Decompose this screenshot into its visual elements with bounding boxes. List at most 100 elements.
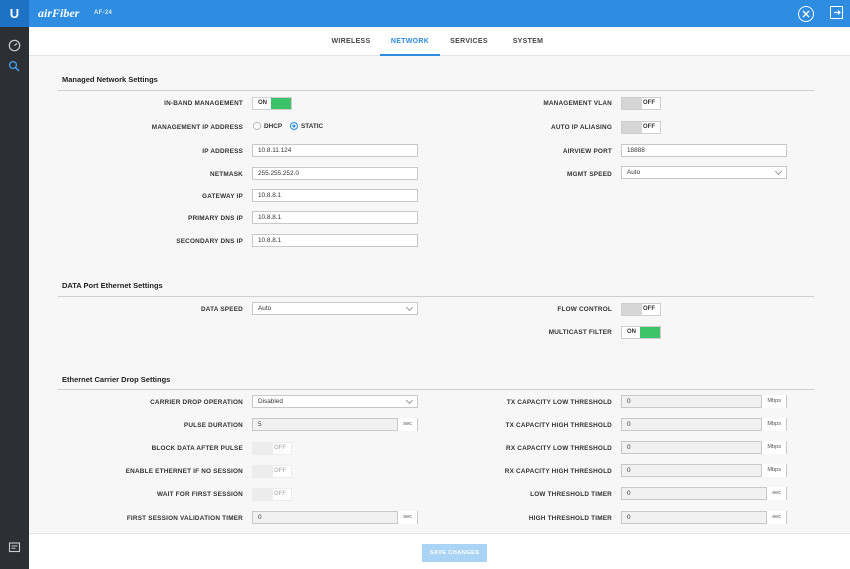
- low-threshold-timer-field[interactable]: 0 sec: [621, 487, 787, 500]
- toggle-knob: [622, 122, 642, 133]
- first-session-timer-field[interactable]: 0 sec: [252, 511, 418, 524]
- field-value: 0: [627, 398, 631, 405]
- primary-dns-label: PRIMARY DNS IP: [188, 215, 243, 222]
- toggle-state: OFF: [274, 445, 286, 451]
- block-data-label: BLOCK DATA AFTER PULSE: [151, 445, 243, 452]
- section-title-managed: Managed Network Settings: [62, 75, 158, 84]
- toggle-state: OFF: [643, 124, 655, 130]
- logout-icon[interactable]: [830, 6, 843, 19]
- toggle-state: OFF: [274, 468, 286, 474]
- multicast-filter-label: MULTICAST FILTER: [548, 329, 612, 336]
- low-threshold-timer-label: LOW THRESHOLD TIMER: [530, 491, 612, 498]
- ip-address-field[interactable]: 10.8.11.124: [252, 144, 418, 157]
- rx-low-threshold-field[interactable]: 0 Mbps: [621, 441, 787, 454]
- inband-management-toggle[interactable]: ON: [252, 97, 292, 110]
- rx-low-threshold-label: RX CAPACITY LOW THRESHOLD: [506, 445, 612, 452]
- tx-low-threshold-label: TX CAPACITY LOW THRESHOLD: [506, 399, 612, 406]
- data-speed-select[interactable]: Auto: [252, 302, 418, 315]
- primary-dns-field[interactable]: 10.8.8.1: [252, 211, 418, 224]
- chevron-down-icon: [774, 167, 783, 176]
- chevron-down-icon: [405, 396, 414, 405]
- field-value: 0: [627, 514, 631, 521]
- toggle-state: OFF: [643, 306, 655, 312]
- tab-system[interactable]: SYSTEM: [498, 27, 558, 56]
- carrier-drop-operation-select[interactable]: Disabled: [252, 395, 418, 408]
- field-value: 5: [258, 421, 262, 428]
- flow-control-label: FLOW CONTROL: [557, 306, 612, 313]
- top-bar: U airFiber AF-24: [0, 0, 850, 27]
- secondary-dns-label: SECONDARY DNS IP: [176, 238, 243, 245]
- auto-ip-aliasing-label: AUTO IP ALIASING: [551, 124, 612, 131]
- tools-icon[interactable]: [798, 6, 814, 22]
- tab-services[interactable]: SERVICES: [439, 27, 499, 56]
- mgmt-speed-label: MGMT SPEED: [567, 171, 612, 178]
- inband-management-label: IN-BAND MANAGEMENT: [164, 100, 243, 107]
- multicast-filter-toggle[interactable]: ON: [621, 326, 661, 339]
- unit-label: Mbps: [761, 441, 786, 454]
- unit-label: Mbps: [761, 395, 786, 408]
- toggle-state: ON: [627, 329, 636, 335]
- tab-network[interactable]: NETWORK: [380, 27, 440, 56]
- ubiquiti-logo[interactable]: U: [0, 0, 29, 27]
- field-value: 0: [627, 444, 631, 451]
- unit-label: sec: [766, 487, 786, 500]
- dhcp-radio[interactable]: [253, 122, 261, 130]
- toggle-knob: [622, 304, 642, 315]
- high-threshold-timer-field[interactable]: 0 sec: [621, 511, 787, 524]
- unit-label: Mbps: [761, 464, 786, 477]
- data-speed-label: DATA SPEED: [200, 306, 243, 313]
- field-value: 0: [627, 421, 631, 428]
- static-label: STATIC: [301, 123, 324, 130]
- toggle-state: ON: [258, 100, 267, 106]
- console-icon[interactable]: [8, 541, 21, 554]
- airview-port-field[interactable]: 18888: [621, 144, 787, 157]
- tab-wireless[interactable]: WIRELESS: [321, 27, 381, 56]
- dhcp-label: DHCP: [264, 123, 283, 130]
- unit-label: sec: [397, 511, 417, 524]
- device-model: AF-24: [94, 10, 113, 16]
- unit-label: sec: [397, 418, 417, 431]
- section-title-carrier: Ethernet Carrier Drop Settings: [62, 375, 171, 384]
- toggle-knob: [622, 98, 642, 109]
- app-window: U airFiber AF-24 WIRELESS NETWORK SERVIC…: [0, 0, 850, 569]
- tx-high-threshold-field[interactable]: 0 Mbps: [621, 418, 787, 431]
- field-value: 0: [627, 467, 631, 474]
- sidebar: [0, 27, 29, 569]
- management-vlan-toggle[interactable]: OFF: [621, 97, 661, 110]
- rx-high-threshold-field[interactable]: 0 Mbps: [621, 464, 787, 477]
- rx-high-threshold-label: RX CAPACITY HIGH THRESHOLD: [504, 468, 612, 475]
- secondary-dns-field[interactable]: 10.8.8.1: [252, 234, 418, 247]
- wait-first-session-label: WAIT FOR FIRST SESSION: [156, 491, 243, 498]
- tx-high-threshold-label: TX CAPACITY HIGH THRESHOLD: [505, 422, 612, 429]
- save-changes-button[interactable]: SAVE CHANGES: [422, 544, 487, 562]
- wait-first-session-toggle[interactable]: OFF: [252, 488, 292, 501]
- search-icon[interactable]: [8, 60, 21, 73]
- netmask-label: NETMASK: [210, 171, 243, 178]
- unit-label: Mbps: [761, 418, 786, 431]
- block-data-toggle[interactable]: OFF: [252, 442, 292, 455]
- unit-label: sec: [766, 511, 786, 524]
- netmask-field[interactable]: 255.255.252.0: [252, 167, 418, 180]
- tx-low-threshold-field[interactable]: 0 Mbps: [621, 395, 787, 408]
- field-value: 0: [627, 490, 631, 497]
- select-value: Auto: [258, 305, 272, 312]
- enable-ethernet-toggle[interactable]: OFF: [252, 465, 292, 478]
- auto-ip-aliasing-toggle[interactable]: OFF: [621, 121, 661, 134]
- pulse-duration-field[interactable]: 5 sec: [252, 418, 418, 431]
- gateway-ip-label: GATEWAY IP: [202, 193, 243, 200]
- static-radio[interactable]: [290, 122, 298, 130]
- pulse-duration-label: PULSE DURATION: [183, 422, 243, 429]
- gateway-ip-field[interactable]: 10.8.8.1: [252, 189, 418, 202]
- flow-control-toggle[interactable]: OFF: [621, 303, 661, 316]
- dashboard-icon[interactable]: [8, 39, 21, 52]
- first-session-timer-label: FIRST SESSION VALIDATION TIMER: [126, 515, 243, 522]
- field-value: 0: [258, 514, 262, 521]
- brand-name: airFiber: [38, 6, 80, 20]
- logo-letter: U: [9, 6, 20, 21]
- enable-ethernet-label: ENABLE ETHERNET IF NO SESSION: [125, 468, 243, 475]
- toggle-knob: [253, 489, 273, 500]
- mgmt-speed-select[interactable]: Auto: [621, 166, 787, 179]
- section-title-dataport: DATA Port Ethernet Settings: [62, 281, 163, 290]
- select-value: Disabled: [258, 398, 283, 405]
- chevron-down-icon: [405, 303, 414, 312]
